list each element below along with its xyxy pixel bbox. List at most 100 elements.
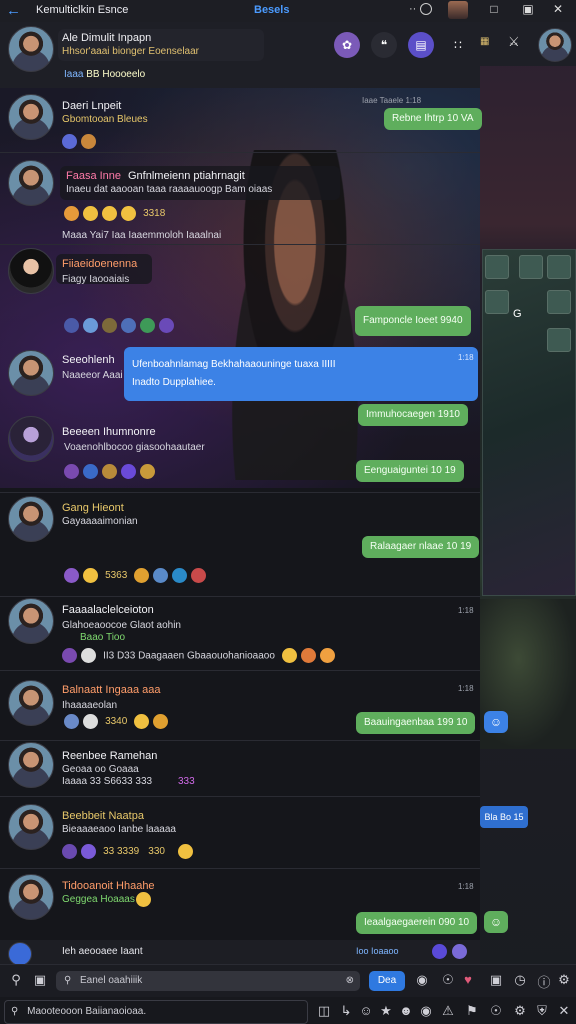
divider [0, 796, 480, 797]
item-tile[interactable] [547, 328, 571, 352]
reaction-row[interactable]: 5363 [64, 568, 210, 583]
reaction-row[interactable]: 3340 [64, 714, 172, 729]
reaction-row[interactable] [64, 318, 178, 333]
footer-bar: ⚲ Maooteooon Baiianaoioaa. ◫ ↳ ☺ ★ ☻ ◉ ⚠… [0, 997, 576, 1024]
divider [0, 868, 480, 869]
reaction-row[interactable] [64, 464, 159, 479]
info-icon[interactable]: ⓘ [536, 972, 552, 991]
item-tile[interactable] [485, 255, 509, 279]
avatar[interactable] [538, 28, 572, 62]
clear-icon[interactable]: ⊗ [346, 971, 354, 991]
character-card[interactable]: G [482, 249, 576, 596]
outgoing-bubble[interactable]: Eenguaiguntei 10 19 [356, 460, 464, 482]
message-text: Naaeeor Aaai [62, 370, 123, 381]
book-icon[interactable]: ▤ [408, 32, 434, 58]
reaction-count: 3340 [105, 716, 128, 727]
message-input[interactable]: ⚲ Eanel oaahiiik ⊗ [56, 971, 360, 991]
status-toggle-icon[interactable] [420, 3, 432, 15]
image-icon[interactable]: ▣ [32, 972, 48, 988]
paperclip-icon[interactable]: ⚲ [8, 972, 24, 988]
message-text: Iaaaa 33 S6633 333 [62, 776, 153, 787]
emoji-react-button[interactable]: ☺ [484, 711, 508, 733]
message-note: Maaa Yai7 Iaa Iaaemmoloh Iaaalnai [62, 230, 222, 241]
gear-icon[interactable]: ⚙ [512, 1003, 528, 1019]
item-tile[interactable] [519, 255, 543, 279]
sticker-icon[interactable]: ◉ [414, 972, 430, 988]
shield-icon[interactable]: ⛨ [534, 1003, 550, 1019]
avatar[interactable] [8, 804, 54, 850]
outgoing-bubble[interactable]: Ralaagaer nlaae 10 19 [362, 536, 480, 558]
avatar[interactable] [8, 94, 54, 140]
divider [0, 596, 480, 597]
composer-bar: ⚲ ▣ ⚲ Eanel oaahiiik ⊗ Dea ◉ ☉ ♥ ▣ ◷ ⓘ ⚙ [0, 964, 576, 997]
globe-icon[interactable]: ◉ [418, 1003, 434, 1019]
alert-icon[interactable]: ⚠ [440, 1003, 456, 1019]
avatar[interactable] [8, 350, 54, 396]
star-icon[interactable]: ★ [378, 1003, 394, 1019]
reaction-row[interactable]: 33 3339 330 [62, 844, 197, 859]
header-extension: ▦ ⚔ [480, 22, 576, 66]
settings-icon[interactable]: ⚙ [556, 972, 572, 988]
dl-icon[interactable]: ↳ [338, 1003, 354, 1019]
avatar[interactable] [8, 160, 54, 206]
reaction-row[interactable] [62, 134, 100, 149]
emoji-react-button[interactable]: ☺ [484, 911, 508, 933]
highlighted-message[interactable]: Ufenboahnlamag Bekhahaaouninge tuaxa III… [124, 347, 478, 401]
box-icon[interactable]: ▣ [520, 2, 536, 18]
footer-input[interactable]: ⚲ Maooteooon Baiianaoioaa. [4, 1000, 308, 1024]
reaction-row[interactable]: 3318 [64, 206, 165, 221]
reaction-count: 5363 [105, 570, 128, 581]
message-text: Gbomtooan Bleues [62, 114, 148, 125]
avatar[interactable] [8, 598, 54, 644]
avatar[interactable] [8, 680, 54, 726]
outgoing-bubble[interactable]: Famponcle Ioeet 9940 [355, 306, 471, 336]
heart-icon[interactable]: ♥ [460, 972, 476, 987]
sword-icon[interactable]: ⚔ [508, 34, 520, 50]
avatar[interactable] [8, 742, 54, 788]
avatar[interactable] [448, 1, 468, 19]
avatar[interactable] [8, 416, 54, 462]
gif-icon[interactable]: ▣ [488, 972, 504, 988]
reaction-row[interactable]: II3 D33 Daagaaen Gbaaouohanioaaoo [62, 648, 339, 663]
flag-icon[interactable]: ⚑ [464, 1003, 480, 1019]
timer-icon[interactable]: ◷ [512, 972, 528, 988]
item-tile[interactable] [547, 255, 571, 279]
timestamp: 1:18 [458, 606, 474, 615]
divider [0, 152, 480, 153]
emoji-icon[interactable]: ☺ [358, 1003, 374, 1018]
user-icon[interactable]: ☻ [398, 1003, 414, 1018]
avatar[interactable] [8, 496, 54, 542]
back-arrow-icon[interactable]: ← [6, 2, 21, 19]
bookmark-icon[interactable]: ◫ [316, 1003, 332, 1019]
grid-icon[interactable]: ∷ [445, 32, 471, 58]
quote-icon[interactable]: ❝ [371, 32, 397, 58]
chat-subtitle: Hhsor'aaai bionger Eoenselaar [62, 46, 199, 57]
outgoing-bubble[interactable]: Rebne Ihtrp 10 VA [384, 108, 482, 130]
avatar[interactable] [8, 248, 54, 294]
item-tile[interactable] [485, 290, 509, 314]
character-button[interactable]: ✿ [334, 32, 360, 58]
message-text: Ioo Ioaaoo [356, 946, 399, 956]
send-button[interactable]: Dea [369, 971, 405, 991]
center-tab[interactable]: Besels [254, 4, 289, 16]
window-icon[interactable]: □ [486, 2, 502, 18]
avatar[interactable] [8, 874, 54, 920]
avatar[interactable] [8, 942, 32, 966]
sender-name: Daeri Lnpeit [62, 100, 122, 112]
right-badge[interactable]: Bla Bo 15 [480, 806, 528, 828]
window-title: Kemulticlkin Esnce [36, 4, 129, 16]
outgoing-bubble[interactable]: Ieaalgaegaerein 090 10 [356, 912, 478, 934]
outgoing-bubble[interactable]: Baauingaenbaa 199 10 [356, 712, 476, 734]
sender-name: Beebbeit Naatpa [62, 810, 144, 822]
more-dots-icon[interactable]: ·· [409, 3, 416, 15]
outgoing-bubble[interactable]: Immuhocaegen 1910 [358, 404, 468, 426]
mic-icon[interactable]: ☉ [440, 972, 456, 988]
compass-icon[interactable]: ☉ [488, 1003, 504, 1019]
avatar[interactable] [8, 26, 54, 72]
item-tile[interactable] [547, 290, 571, 314]
message-text: Fiagy Iaooaiais [62, 274, 130, 285]
close-icon[interactable]: ✕ [550, 2, 566, 18]
divider [0, 492, 480, 493]
close-icon[interactable]: ✕ [556, 1003, 572, 1019]
game-art-panel: G Bla Bo 15 [480, 24, 576, 1024]
